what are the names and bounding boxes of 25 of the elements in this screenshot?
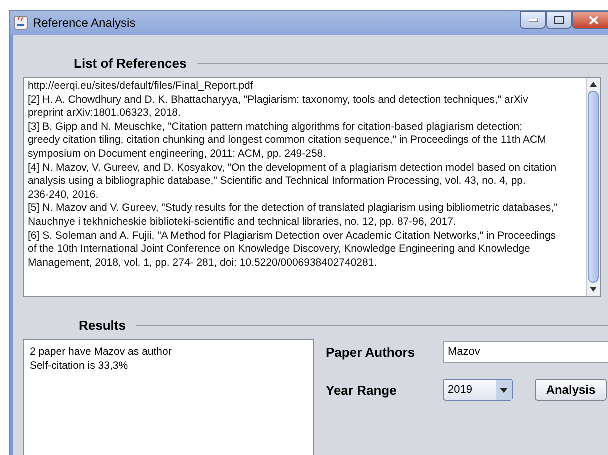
year-dropdown[interactable]: 2019 xyxy=(443,379,513,401)
reference-line: http://eerqi.eu/sites/default/files/Final_Report.pdf xyxy=(28,80,254,94)
field-label: Paper Authors xyxy=(326,344,416,360)
reference-line: Nauchnye i tekhnicheskie biblioteki-scientific and technical libraries, no. 12, pp. 87-96, 2017. xyxy=(28,216,458,230)
reference-line: preprint arXiv:1801.06323, 2018. xyxy=(28,107,182,121)
reference-line: [2] H. A. Chowdhury and D. K. Bhattacharyya, "Plagiarism: taxonomy, tools and detection techniques," arXiv xyxy=(28,94,530,108)
results-text-area[interactable]: 2 paper have Mazov as author Self-citation is 33,3% xyxy=(23,339,314,455)
authors-input-field[interactable]: Mazov xyxy=(443,341,608,363)
reference-line: Management, 2018, vol. 1, pp. 274- 281, doi: 10.5220/0006938402740281. xyxy=(28,256,378,270)
reference-line: symposium on Document engineering, 2011: ACM, pp. 249-258. xyxy=(28,148,328,162)
reference-line: greedy citation tiling, citation chunking and longest common citation sequence," in Proceedings of the 11th ACM xyxy=(28,134,548,148)
reference-line: [3] B. Gipp and N. Meuschke, "Citation pattern matching algorithms for citation-based plagiarism detection: xyxy=(28,120,524,134)
window-title: Reference Analysis xyxy=(33,16,136,30)
section-heading: List of References xyxy=(74,56,187,70)
field-label: Year Range xyxy=(326,382,398,398)
result-line: 2 paper have Mazov as author xyxy=(30,345,173,359)
analysis-button[interactable]: Analysis xyxy=(535,379,607,401)
reference-line: analysis using a bibliographic database," Scientific and Technical Information Processing, vol. 43, no. 4, pp. xyxy=(28,175,527,189)
reference-line: [4] N. Mazov, V. Gureev, and D. Kosyakov, "On the development of a plagiarism detection model based on citation xyxy=(28,162,558,176)
result-line: Self-citation is 33,3% xyxy=(30,359,130,373)
section-heading: Results xyxy=(79,318,126,332)
reference-line: of the 10th International Joint Conference on Knowledge Discovery, Knowledge Engineering and Knowledge xyxy=(28,243,532,257)
reference-line: [5] N. Mazov and V. Gureev, "Study results for the detection of translated plagiarism using bibliometric databases," xyxy=(28,202,559,216)
reference-line: [6] S. Soleman and A. Fujii, "A Method for Plagiarism Detection over Academic Citation Networks," in Proceedings xyxy=(28,230,558,244)
reference-line: 236-240, 2016. xyxy=(28,188,100,202)
